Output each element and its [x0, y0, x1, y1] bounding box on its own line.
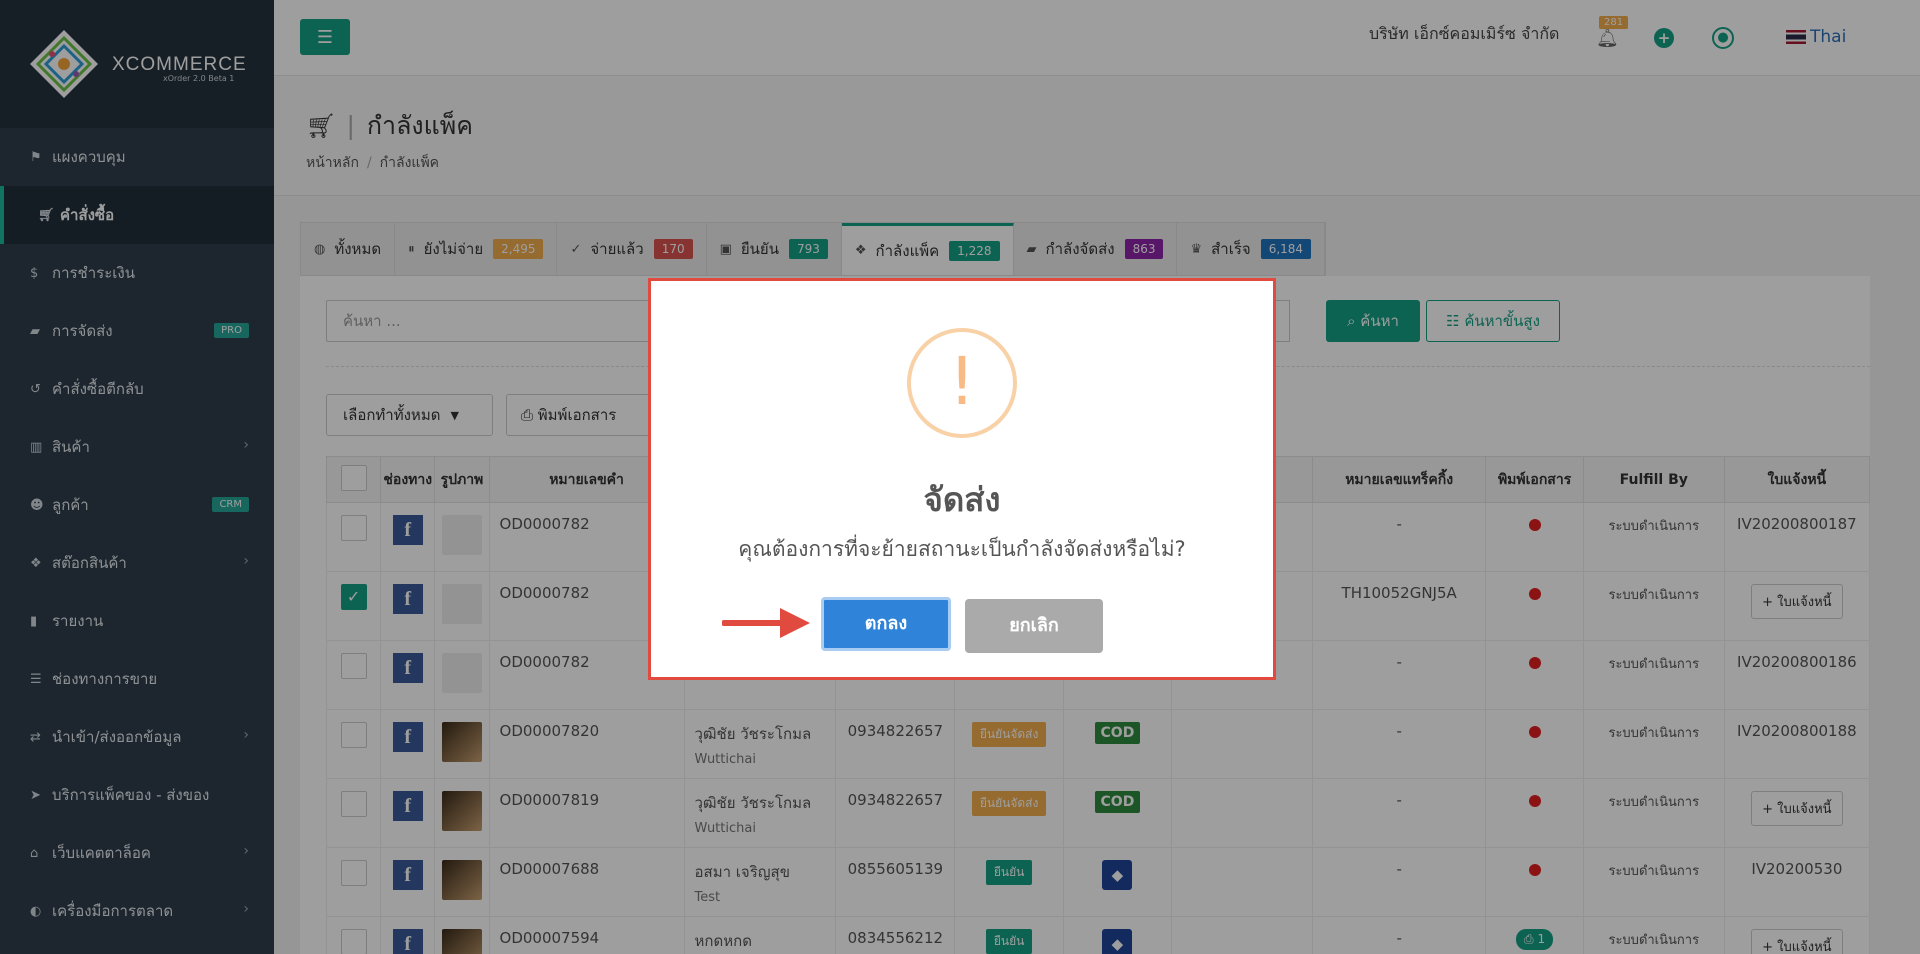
warning-icon: !	[907, 328, 1017, 438]
dialog-title: จัดส่ง	[923, 480, 1001, 519]
confirm-button[interactable]: ตกลง	[821, 597, 951, 651]
arrow-right-icon	[722, 608, 810, 638]
cancel-button[interactable]: ยกเลิก	[965, 599, 1103, 653]
dialog-message: คุณต้องการที่จะย้ายสถานะเป็นกำลังจัดส่งห…	[738, 537, 1186, 561]
